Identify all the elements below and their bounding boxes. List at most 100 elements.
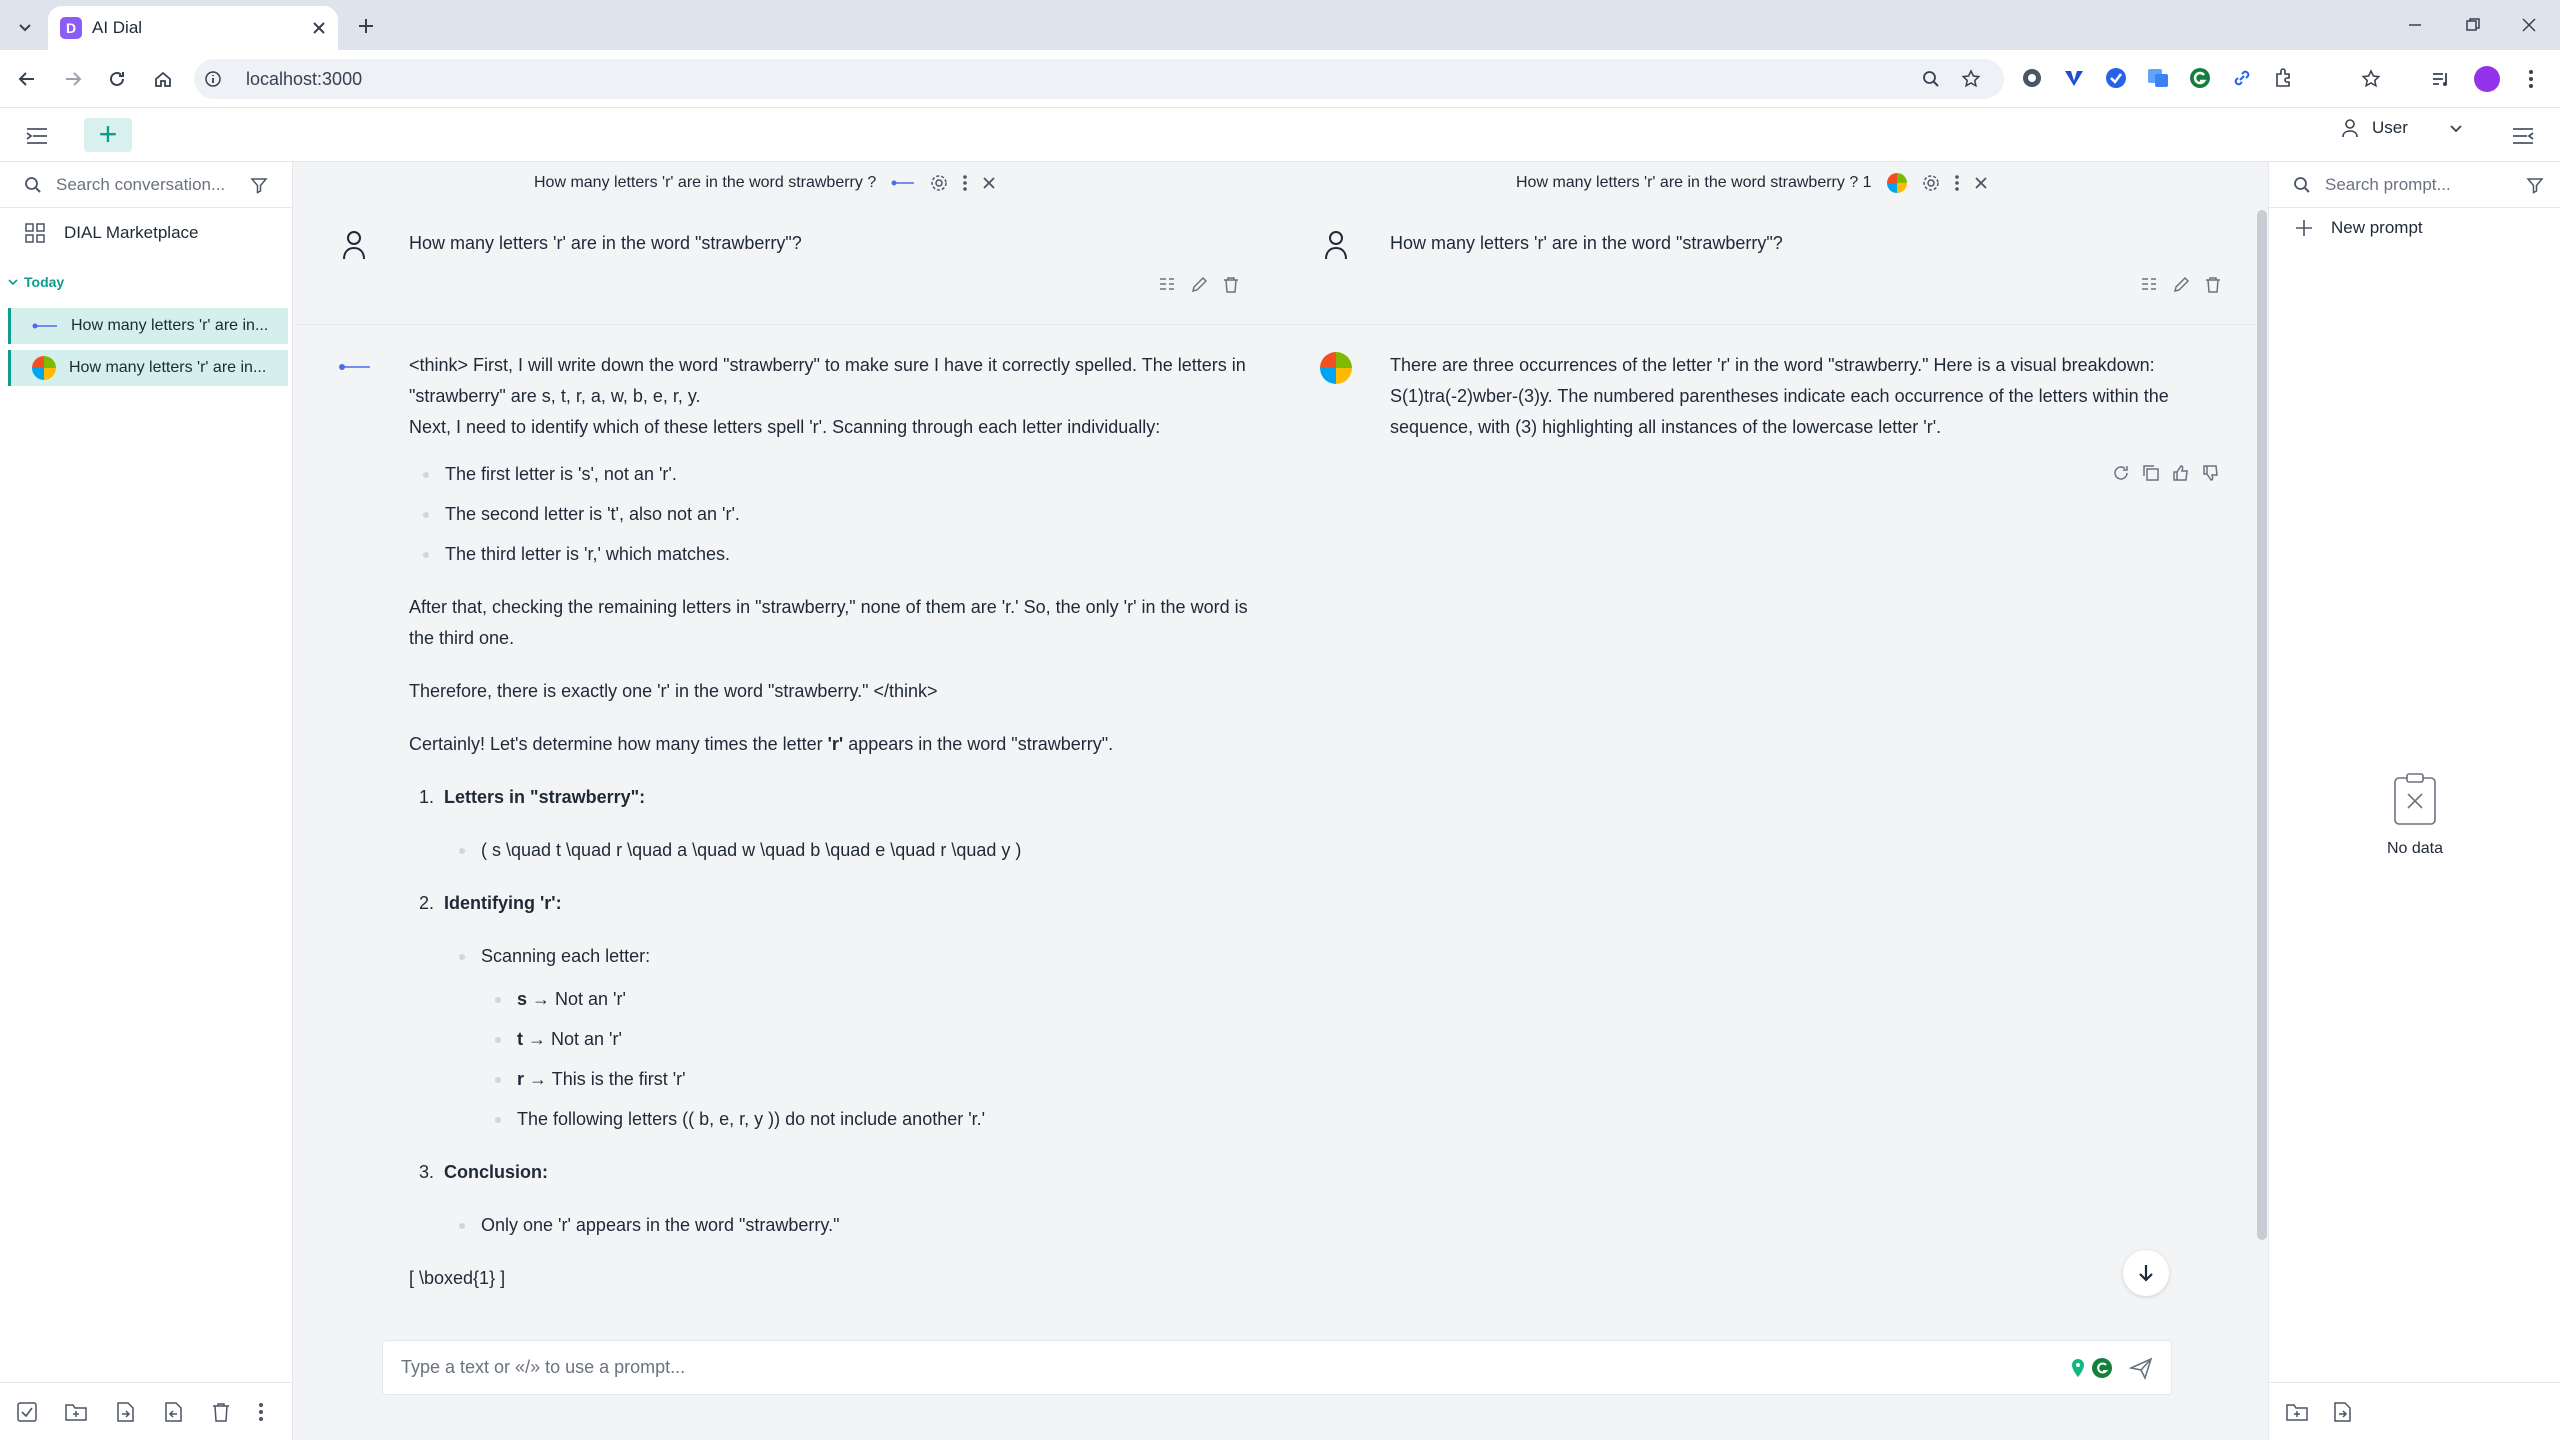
settings-gear-icon[interactable] (930, 174, 948, 192)
filter-icon[interactable] (250, 176, 268, 194)
address-bar[interactable]: localhost:3000 (194, 59, 2004, 99)
import-icon[interactable] (114, 1401, 136, 1423)
tab-close-icon[interactable] (312, 21, 326, 35)
grammarly-icon (2092, 1357, 2112, 1378)
prompt-search-input[interactable]: Search prompt... (2325, 175, 2512, 195)
compare-icon[interactable] (2140, 276, 2158, 294)
more-vertical-icon[interactable] (962, 174, 968, 192)
export-icon[interactable] (162, 1401, 184, 1423)
thumbs-up-icon[interactable] (2172, 464, 2190, 482)
chat-title: How many letters 'r' are in the word str… (1516, 174, 1872, 191)
close-icon[interactable] (1974, 176, 1988, 190)
extension-1-icon[interactable] (2020, 66, 2044, 90)
conversation-search-input[interactable]: Search conversation... (56, 175, 236, 195)
text-span: → Not an 'r' (523, 1029, 622, 1049)
copy-icon[interactable] (2142, 464, 2160, 482)
answer-bullet-list: The first letter is 's', not an 'r'. The… (409, 459, 1249, 570)
chevron-down-icon (2448, 120, 2464, 136)
list-number: 1. (419, 787, 435, 807)
new-tab-icon[interactable] (352, 12, 380, 40)
more-vertical-icon[interactable] (1954, 174, 1960, 192)
answer-paragraph: Certainly! Let's determine how many time… (409, 729, 1249, 760)
tab-list-chevron-icon[interactable] (12, 14, 38, 40)
send-icon[interactable] (2129, 1356, 2153, 1380)
minimize-icon[interactable] (2400, 12, 2430, 38)
link-icon[interactable] (2230, 66, 2254, 90)
list-item: t → Not an 'r' (495, 1024, 1249, 1055)
filter-icon[interactable] (2526, 176, 2544, 194)
select-all-icon[interactable] (16, 1401, 38, 1423)
user-message-left: How many letters 'r' are in the word "st… (409, 233, 802, 253)
reload-icon[interactable] (102, 64, 132, 94)
trash-icon[interactable] (2204, 276, 2222, 294)
answer-paragraph: Next, I need to identify which of these … (409, 417, 1161, 437)
chat-title: How many letters 'r' are in the word str… (534, 174, 877, 191)
site-info-icon[interactable] (202, 68, 224, 90)
plus-icon (2295, 219, 2313, 237)
back-icon[interactable] (12, 64, 42, 94)
browser-tab[interactable]: D AI Dial (48, 6, 338, 50)
nested-list: Scanning each letter: (409, 941, 1249, 972)
search-icon (2293, 176, 2311, 194)
extension-3-icon[interactable] (2104, 66, 2128, 90)
zoom-icon[interactable] (1918, 66, 1944, 92)
browser-menu-icon[interactable] (2518, 66, 2544, 92)
new-folder-icon[interactable] (2285, 1401, 2309, 1423)
translate-icon[interactable] (2146, 66, 2170, 90)
model-icon-microsoft (31, 355, 57, 381)
toggle-left-sidebar-icon[interactable] (22, 122, 52, 150)
user-menu[interactable]: User (2340, 118, 2464, 138)
location-pin-icon (2072, 1358, 2084, 1377)
media-control-icon[interactable] (2428, 66, 2454, 92)
conversation-item[interactable]: How many letters 'r' are in... (8, 350, 288, 386)
bookmarks-star-icon[interactable] (2358, 66, 2384, 92)
user-avatar-icon (342, 230, 366, 260)
list-title: Conclusion: (444, 1162, 549, 1182)
grammarly-icon[interactable] (2188, 66, 2212, 90)
scroll-down-button[interactable] (2123, 1250, 2169, 1296)
import-icon[interactable] (2331, 1401, 2353, 1423)
profile-avatar[interactable] (2474, 66, 2500, 92)
home-icon[interactable] (148, 64, 178, 94)
list-item: ( s \quad t \quad r \quad a \quad w \qua… (459, 835, 1249, 866)
user-avatar-icon (1324, 230, 1348, 260)
prompt-search[interactable]: Search prompt... (2269, 162, 2560, 208)
close-icon[interactable] (982, 176, 996, 190)
text-span: appears in the word "strawberry". (843, 734, 1114, 754)
user-icon (2340, 118, 2360, 138)
conversation-item[interactable]: How many letters 'r' are in... (8, 308, 288, 344)
dial-marketplace-link[interactable]: DIAL Marketplace (0, 208, 292, 258)
new-conversation-button[interactable]: + (84, 118, 132, 152)
forward-icon[interactable] (58, 64, 88, 94)
toggle-right-sidebar-icon[interactable] (2508, 122, 2538, 150)
section-today[interactable]: Today (8, 274, 64, 290)
more-options-icon[interactable] (258, 1402, 264, 1422)
chat-input[interactable]: Type a text or «/» to use a prompt... (382, 1340, 2172, 1395)
extensions-puzzle-icon[interactable] (2272, 66, 2296, 90)
chat-header-right: How many letters 'r' are in the word str… (1516, 162, 1988, 204)
new-prompt-label: New prompt (2331, 218, 2423, 237)
user-message-actions-left (1158, 276, 1240, 294)
new-folder-icon[interactable] (64, 1401, 88, 1423)
grammarly-badges[interactable] (2067, 1357, 2113, 1379)
extension-2-icon[interactable] (2062, 66, 2086, 90)
app-header (0, 108, 2560, 162)
new-prompt-button[interactable]: New prompt (2269, 208, 2560, 248)
extensions-row (2020, 66, 2296, 90)
model-icon-microsoft[interactable] (1886, 172, 1908, 194)
chat-scrollbar[interactable] (2257, 210, 2267, 1240)
conversation-search[interactable]: Search conversation... (0, 162, 292, 208)
thumbs-down-icon[interactable] (2202, 464, 2220, 482)
regenerate-icon[interactable] (2112, 464, 2130, 482)
trash-icon[interactable] (1222, 276, 1240, 294)
assistant-answer-right: There are three occurrences of the lette… (1390, 355, 2169, 437)
restore-icon[interactable] (2458, 12, 2488, 38)
edit-icon[interactable] (1190, 276, 1208, 294)
edit-icon[interactable] (2172, 276, 2190, 294)
bookmark-star-icon[interactable] (1958, 66, 1984, 92)
delete-all-icon[interactable] (210, 1401, 232, 1423)
settings-gear-icon[interactable] (1922, 174, 1940, 192)
window-close-icon[interactable] (2514, 12, 2544, 38)
model-icon-deepseek[interactable] (890, 178, 916, 188)
compare-icon[interactable] (1158, 276, 1176, 294)
